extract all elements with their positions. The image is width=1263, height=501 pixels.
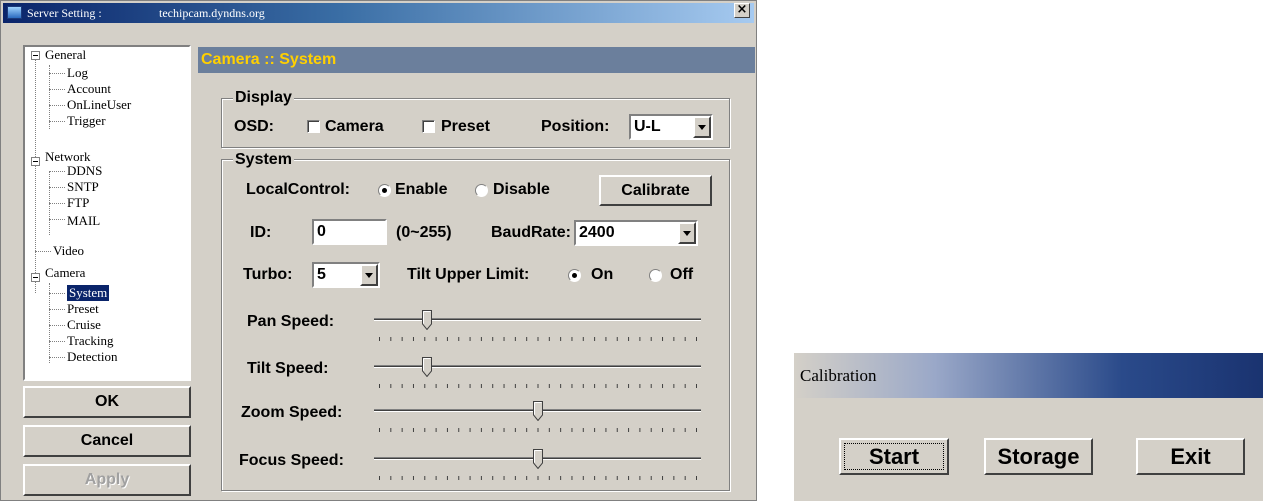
pan-speed-slider[interactable]	[421, 310, 432, 330]
zoom-speed-label: Zoom Speed:	[241, 404, 343, 421]
turbo-label: Turbo:	[243, 266, 293, 283]
tree-item-ddns[interactable]: DDNS	[67, 163, 102, 179]
tilt-on-radio[interactable]	[568, 269, 581, 282]
storage-button[interactable]: Storage	[984, 438, 1093, 475]
disable-radio[interactable]	[475, 184, 488, 197]
id-range-label: (0~255)	[396, 224, 452, 241]
focus-speed-label: Focus Speed:	[239, 452, 344, 469]
tree-line	[49, 65, 50, 129]
tilt-off-label: Off	[670, 266, 694, 283]
tilt-upper-limit-label: Tilt Upper Limit:	[407, 266, 530, 283]
tree-line	[49, 89, 65, 90]
turbo-select[interactable]: 5	[312, 262, 380, 288]
display-group-title: Display	[233, 89, 294, 107]
tree-line	[49, 219, 65, 220]
title-bar: Server Setting : techipcam.dyndns.org	[3, 3, 754, 23]
id-input[interactable]: 0	[312, 219, 387, 245]
system-group-title: System	[233, 151, 294, 169]
zoom-speed-slider[interactable]	[532, 401, 543, 421]
window-title: Server Setting :	[27, 6, 102, 20]
tree-line	[49, 187, 65, 188]
tree-item-sntp[interactable]: SNTP	[67, 179, 99, 195]
tree-line	[35, 251, 51, 252]
tree-line	[49, 293, 65, 294]
baudrate-value: 2400	[579, 224, 615, 241]
tree-line	[49, 309, 65, 310]
tree-line	[35, 55, 36, 293]
baudrate-select[interactable]: 2400	[574, 220, 698, 246]
tree-item-account[interactable]: Account	[67, 81, 111, 97]
tree-item-camera[interactable]: Camera	[45, 265, 85, 281]
tilt-speed-slider[interactable]	[421, 357, 432, 377]
id-label: ID:	[250, 224, 272, 241]
disable-radio-label: Disable	[493, 181, 550, 198]
collapse-icon[interactable]	[31, 273, 40, 282]
position-value: U-L	[634, 118, 661, 135]
tree-item-log[interactable]: Log	[67, 65, 88, 81]
chevron-down-icon[interactable]	[693, 116, 711, 138]
tree-item-ftp[interactable]: FTP	[67, 195, 89, 211]
tree-item-onlineuser[interactable]: OnLineUser	[67, 97, 131, 113]
local-control-label: LocalControl:	[246, 181, 350, 198]
ok-button[interactable]: OK	[23, 386, 191, 418]
tree-item-trigger[interactable]: Trigger	[67, 113, 106, 129]
position-label: Position:	[541, 118, 610, 135]
chevron-down-icon[interactable]	[678, 222, 696, 244]
tree-line	[49, 325, 65, 326]
enable-radio[interactable]	[378, 184, 391, 197]
baudrate-label: BaudRate:	[491, 224, 572, 241]
pan-speed-ticks	[379, 337, 697, 341]
tree-line	[49, 121, 65, 122]
chevron-down-icon[interactable]	[360, 264, 378, 286]
tree-line	[49, 171, 65, 172]
close-icon[interactable]: ×	[734, 3, 750, 18]
tree-item-video[interactable]: Video	[53, 243, 84, 259]
zoom-speed-ticks	[379, 428, 697, 432]
tilt-off-radio[interactable]	[649, 269, 662, 282]
calibration-dialog: Calibration Start Storage Exit	[794, 353, 1263, 501]
tilt-speed-ticks	[379, 384, 697, 388]
server-setting-window: Server Setting : techipcam.dyndns.org × …	[0, 0, 757, 501]
tree-line	[49, 73, 65, 74]
tilt-on-label: On	[591, 266, 614, 283]
id-value: 0	[317, 223, 326, 240]
tree-item-system[interactable]: System	[67, 285, 110, 301]
apply-button[interactable]: Apply	[23, 464, 191, 496]
tree-line	[49, 341, 65, 342]
tree-line	[49, 357, 65, 358]
tree-line	[49, 105, 65, 106]
camera-checkbox[interactable]	[307, 120, 320, 133]
calibrate-button[interactable]: Calibrate	[599, 175, 712, 206]
settings-tree: General Log Account OnLineUser Trigger N…	[23, 45, 191, 381]
tree-line	[49, 203, 65, 204]
tree-item-mail[interactable]: MAIL	[67, 213, 100, 229]
app-icon	[7, 6, 22, 19]
focus-speed-ticks	[379, 476, 697, 480]
position-select[interactable]: U-L	[629, 114, 713, 140]
camera-checkbox-label: Camera	[325, 118, 384, 135]
preset-checkbox-label: Preset	[441, 118, 490, 135]
tree-item-preset[interactable]: Preset	[67, 301, 99, 317]
tree-item-detection[interactable]: Detection	[67, 349, 118, 365]
tree-item-tracking[interactable]: Tracking	[67, 333, 113, 349]
pan-speed-label: Pan Speed:	[247, 313, 335, 330]
window-host: techipcam.dyndns.org	[159, 6, 265, 20]
cancel-button[interactable]: Cancel	[23, 425, 191, 457]
turbo-value: 5	[317, 266, 326, 283]
tree-item-general[interactable]: General	[45, 47, 86, 63]
panel-header: Camera :: System	[198, 47, 755, 73]
calibration-title: Calibration	[794, 353, 1263, 398]
exit-button[interactable]: Exit	[1136, 438, 1245, 475]
tree-line	[49, 283, 50, 363]
focus-speed-slider[interactable]	[532, 449, 543, 469]
start-button[interactable]: Start	[839, 438, 949, 475]
tilt-speed-label: Tilt Speed:	[247, 360, 329, 377]
preset-checkbox[interactable]	[422, 120, 435, 133]
tree-item-cruise[interactable]: Cruise	[67, 317, 101, 333]
osd-label: OSD:	[234, 118, 274, 135]
enable-radio-label: Enable	[395, 181, 448, 198]
collapse-icon[interactable]	[31, 157, 40, 166]
collapse-icon[interactable]	[31, 51, 40, 60]
